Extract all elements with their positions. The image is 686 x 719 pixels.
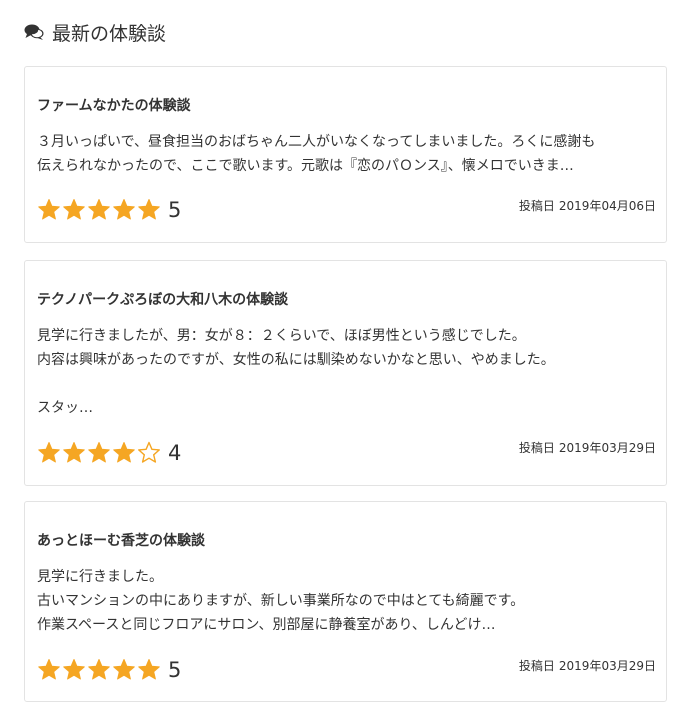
post-date: 投稿日 2019年03月29日	[519, 439, 656, 456]
review-title[interactable]: ファームなかたの体験談	[37, 95, 191, 115]
section-header: 最新の体験談	[24, 18, 166, 46]
star-rating: 5	[37, 658, 181, 682]
post-date-label: 投稿日	[518, 441, 555, 455]
star-filled-icon	[138, 659, 160, 680]
star-filled-icon	[88, 199, 110, 220]
rating-number: 5	[168, 198, 182, 222]
post-date-value: 2019年03月29日	[558, 441, 656, 455]
review-card[interactable]: あっとほーむ香芝の体験談 見学に行きました。 古いマンションの中にありますが、新…	[24, 501, 667, 702]
post-date-label: 投稿日	[518, 199, 555, 213]
star-filled-icon	[113, 659, 135, 680]
star-filled-icon	[63, 442, 85, 463]
post-date: 投稿日 2019年04月06日	[519, 197, 656, 214]
review-title[interactable]: あっとほーむ香芝の体験談	[37, 530, 205, 550]
star-filled-icon	[88, 659, 110, 680]
star-filled-icon	[38, 659, 60, 680]
star-filled-icon	[38, 199, 60, 220]
post-date-value: 2019年04月06日	[558, 199, 656, 213]
star-filled-icon	[113, 442, 135, 463]
review-title[interactable]: テクノパークぷろぼの大和八木の体験談	[37, 289, 288, 309]
star-rating: 4	[37, 441, 181, 465]
section-title: 最新の体験談	[52, 22, 167, 45]
post-date-label: 投稿日	[518, 659, 555, 673]
star-empty-icon	[138, 441, 160, 463]
star-filled-icon	[38, 442, 60, 463]
star-rating: 5	[37, 198, 181, 222]
post-date: 投稿日 2019年03月29日	[519, 657, 656, 674]
rating-number: 4	[168, 441, 182, 465]
review-excerpt: 見学に行きました。 古いマンションの中にありますが、新しい事業所なので中はとても…	[37, 569, 525, 633]
review-card[interactable]: テクノパークぷろぼの大和八木の体験談 見学に行きましたが、男：女が８：２くらいで…	[24, 260, 667, 486]
star-filled-icon	[63, 199, 85, 220]
star-filled-icon	[113, 199, 135, 220]
comments-icon	[24, 24, 44, 40]
review-card[interactable]: ファームなかたの体験談 ３月いっぱいで、昼食担当のおばちゃん二人がいなくなってし…	[24, 66, 667, 243]
star-filled-icon	[63, 659, 85, 680]
star-filled-icon	[88, 442, 110, 463]
rating-number: 5	[168, 658, 182, 682]
review-excerpt: ３月いっぱいで、昼食担当のおばちゃん二人がいなくなってしまいました。ろくに感謝も…	[37, 134, 596, 174]
star-filled-icon	[138, 199, 160, 220]
review-excerpt: 見学に行きましたが、男：女が８：２くらいで、ほぼ男性という感じでした。 内容は興…	[37, 328, 555, 416]
post-date-value: 2019年03月29日	[558, 659, 656, 673]
